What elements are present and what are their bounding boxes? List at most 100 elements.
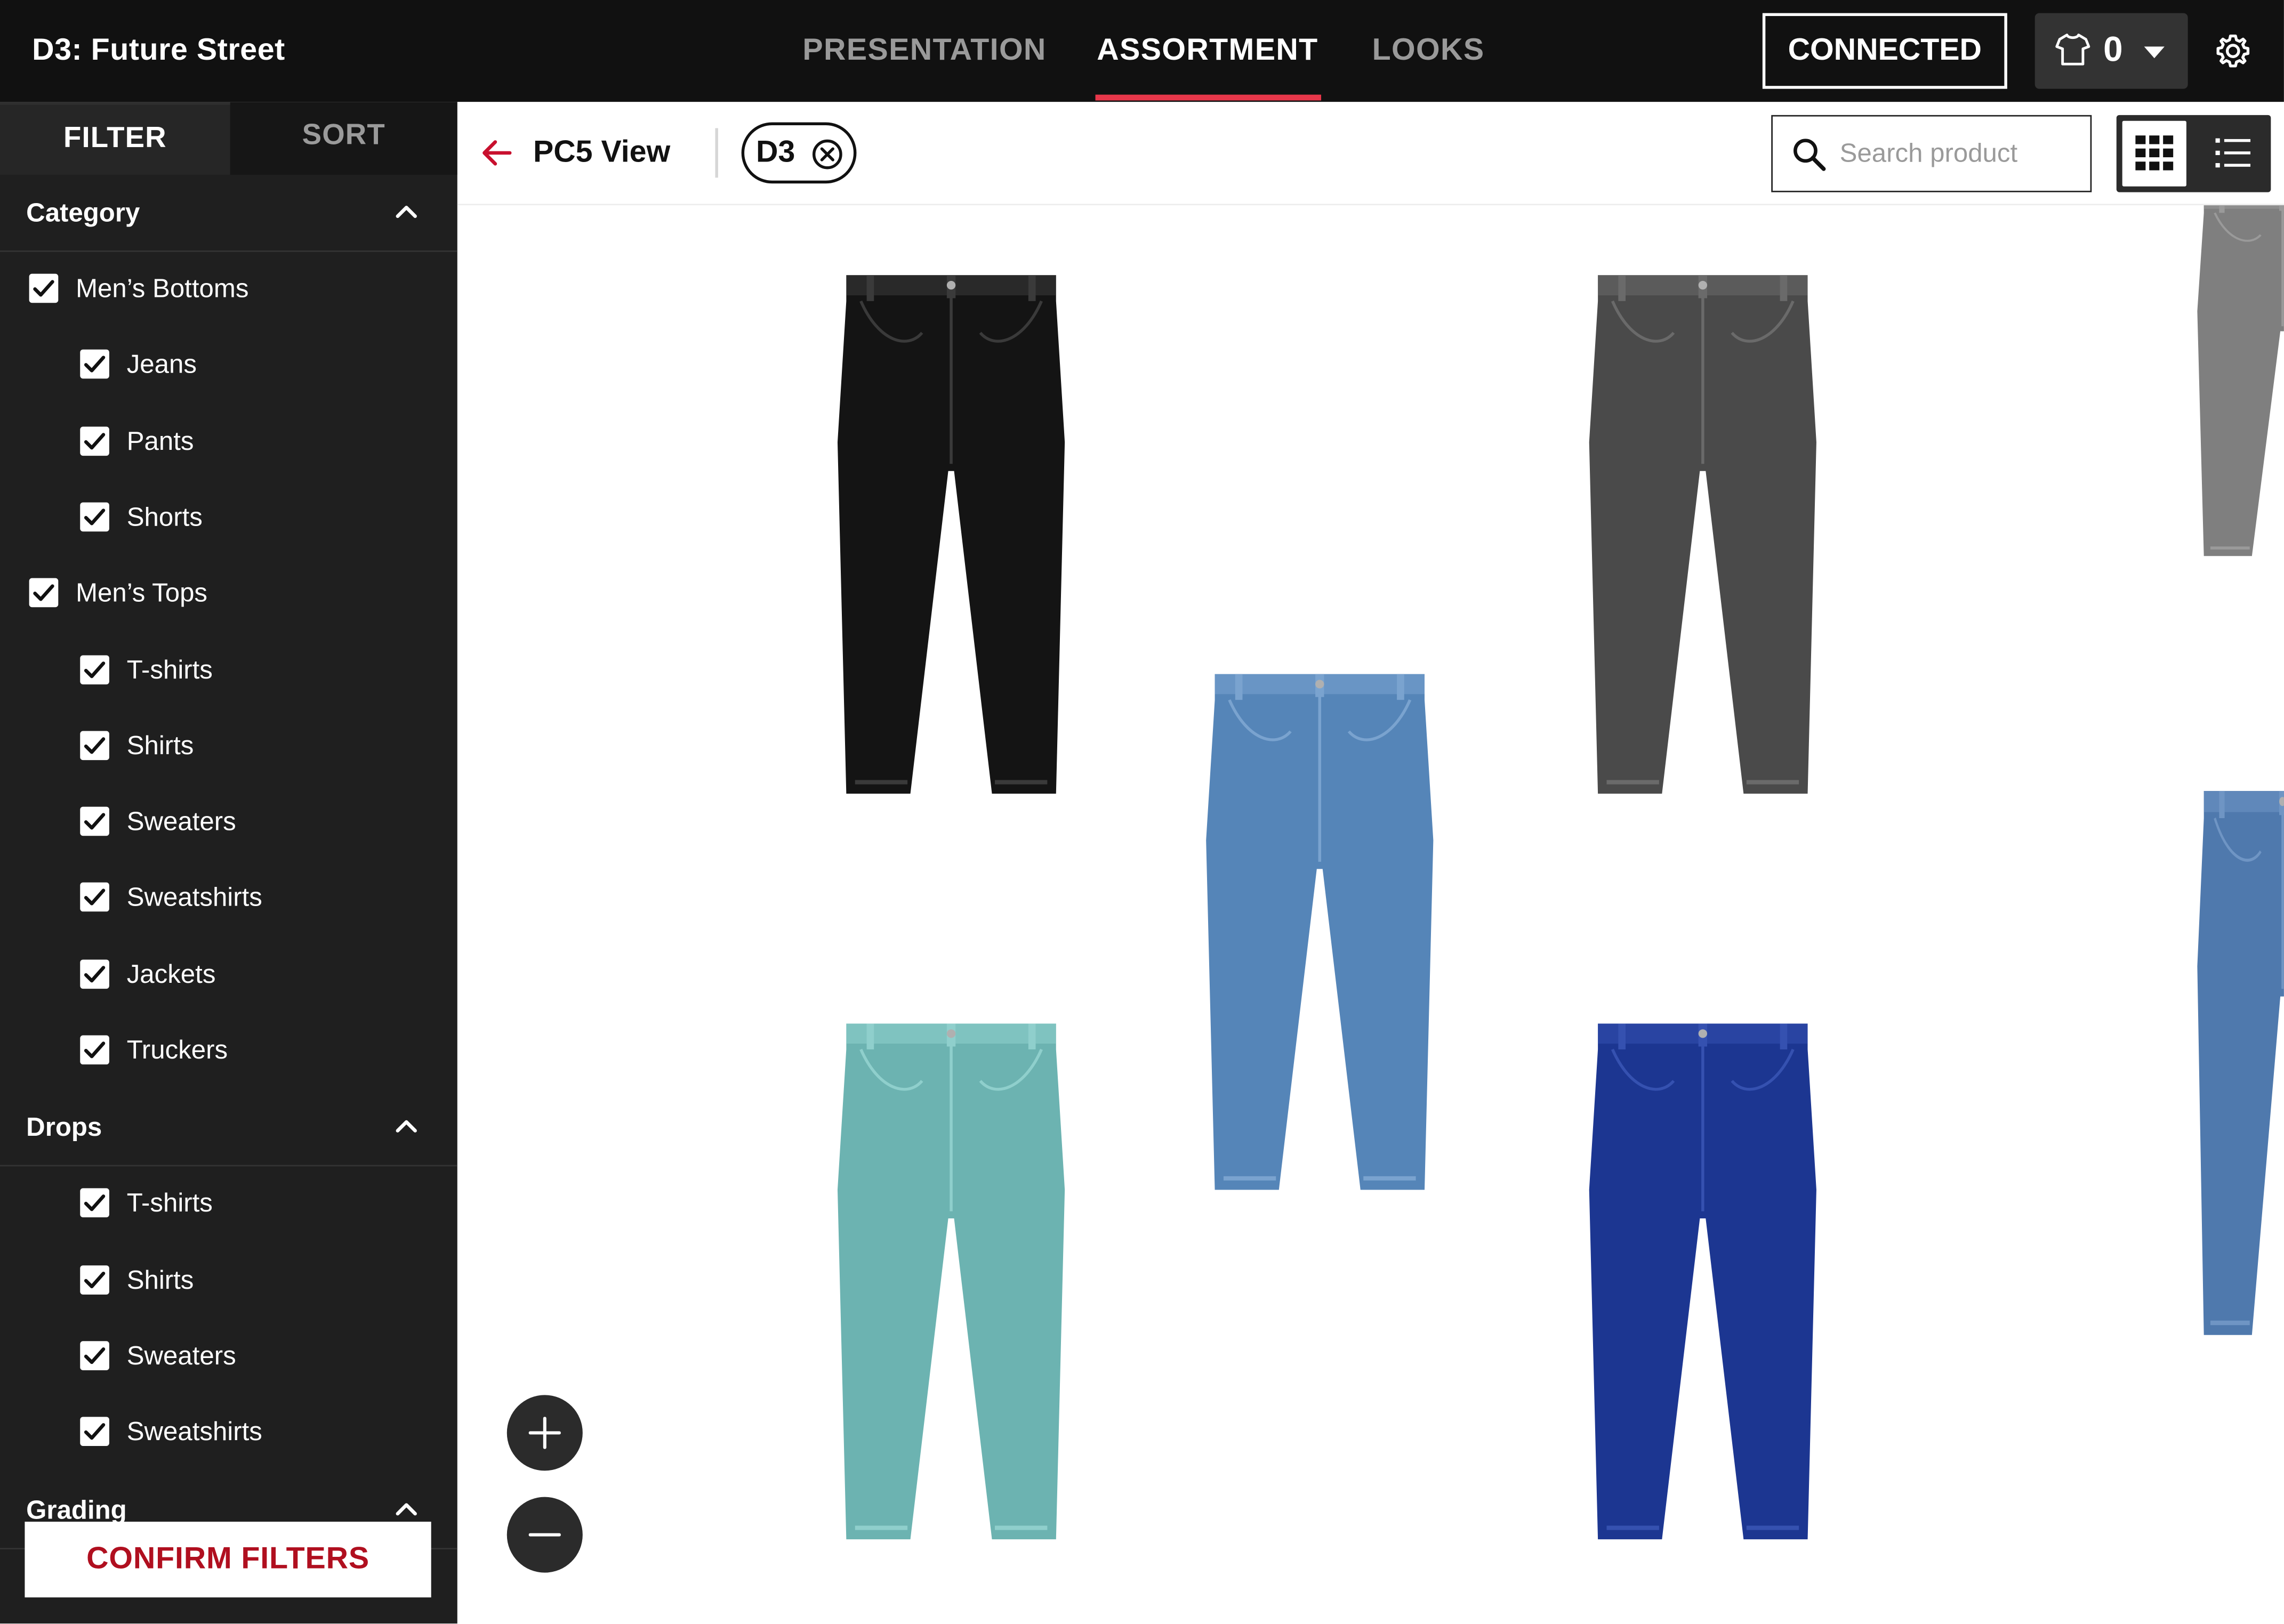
section-title: Category [26, 198, 140, 228]
product-image [1589, 275, 1816, 794]
product-image [1589, 1023, 1816, 1540]
cart-button[interactable]: 0 [2034, 13, 2188, 89]
product-image [2197, 205, 2284, 556]
filter-option[interactable]: Sweatshirts [80, 860, 437, 935]
checkmark-icon [84, 1347, 106, 1364]
checkbox[interactable] [80, 1189, 109, 1218]
product-card-jeans-grey-partial[interactable] [2195, 205, 2284, 562]
search-icon [1794, 139, 1826, 171]
filter-option[interactable]: Sweatshirts [80, 1394, 437, 1469]
product-image [2197, 790, 2284, 1335]
checkbox[interactable] [80, 1417, 109, 1447]
filter-option[interactable]: Jackets [80, 936, 437, 1012]
filter-option[interactable]: Shorts [80, 479, 437, 555]
filter-chip[interactable]: D3 [741, 122, 857, 184]
checkbox[interactable] [80, 730, 109, 760]
filter-option[interactable]: Pants [80, 403, 437, 479]
checkmark-icon [84, 660, 106, 677]
filter-option-label: Truckers [126, 1035, 228, 1065]
tab-assortment[interactable]: ASSORTMENT [1097, 0, 1318, 102]
cart-count: 0 [2103, 30, 2123, 70]
close-circle-icon[interactable] [811, 139, 843, 171]
checkmark-icon [84, 1271, 106, 1288]
product-card-jeans-blue-partial[interactable] [2195, 785, 2284, 1344]
section-header-category[interactable]: Category [0, 175, 457, 252]
search-input[interactable] [1839, 131, 2073, 175]
filter-option[interactable]: Shirts [80, 707, 437, 783]
product-canvas [457, 205, 2284, 1624]
filter-option[interactable]: Men’s Bottoms [29, 251, 437, 326]
filter-option-label: T-shirts [126, 655, 213, 684]
checkbox[interactable] [80, 655, 109, 684]
product-image [1206, 674, 1434, 1190]
product-image [837, 275, 1065, 794]
filter-option[interactable]: Shirts [80, 1241, 437, 1317]
filter-option[interactable]: T-shirts [80, 1165, 437, 1241]
view-toolbar: PC5 View D3 [457, 102, 2284, 206]
filter-chip-label: D3 [755, 135, 795, 169]
filter-option-label: Pants [126, 426, 194, 456]
section-header-drops[interactable]: Drops [0, 1089, 457, 1167]
tab-looks[interactable]: LOOKS [1372, 0, 1485, 102]
product-card-jeans-teal[interactable] [834, 1018, 1067, 1548]
zoom-in-button[interactable] [506, 1395, 583, 1471]
filter-option[interactable]: Men’s Tops [29, 555, 437, 631]
checkbox[interactable] [80, 883, 109, 912]
active-tab-indicator [1095, 94, 1322, 101]
chevron-up-icon [396, 1502, 417, 1515]
product-card-jeans-mid-blue[interactable] [1203, 668, 1436, 1198]
zoom-out-button[interactable] [506, 1497, 583, 1573]
checkbox[interactable] [80, 426, 109, 456]
checkmark-icon [84, 356, 106, 373]
filter-option-label: Shorts [126, 502, 203, 531]
filter-option-label: T-shirts [126, 1189, 213, 1218]
confirm-filters-button[interactable]: CONFIRM FILTERS [25, 1522, 431, 1598]
checkmark-icon [84, 965, 106, 982]
chevron-up-icon [396, 1120, 417, 1133]
filter-option[interactable]: Truckers [80, 1012, 437, 1088]
gear-icon[interactable] [2214, 32, 2252, 70]
checkbox[interactable] [80, 502, 109, 531]
list-icon [2215, 138, 2251, 168]
arrow-left-icon[interactable] [481, 137, 513, 169]
tab-sort[interactable]: SORT [230, 102, 457, 175]
tab-presentation[interactable]: PRESENTATION [802, 0, 1046, 102]
product-card-jeans-royal-blue[interactable] [1586, 1018, 1819, 1548]
checkmark-icon [84, 1041, 106, 1059]
minus-icon [528, 1533, 561, 1537]
product-card-jeans-black[interactable] [834, 269, 1067, 802]
checkmark-icon [84, 737, 106, 754]
filter-option[interactable]: Sweaters [80, 1318, 437, 1393]
tshirt-icon [2055, 34, 2090, 66]
list-view-button[interactable] [2201, 121, 2265, 187]
checkmark-icon [33, 280, 54, 297]
connected-button[interactable]: CONNECTED [1762, 13, 2007, 89]
checkbox[interactable] [80, 959, 109, 989]
tab-filter[interactable]: FILTER [0, 102, 230, 175]
grid-view-button[interactable] [2122, 120, 2186, 187]
filter-option-label: Sweatshirts [126, 883, 262, 912]
product-image [837, 1023, 1065, 1540]
checkmark-icon [84, 1423, 106, 1440]
filter-option[interactable]: Sweaters [80, 783, 437, 859]
checkbox[interactable] [80, 350, 109, 379]
checkbox[interactable] [80, 1265, 109, 1294]
search-box [1771, 115, 2092, 192]
checkmark-icon [84, 508, 106, 526]
sidebar-tabs: FILTER SORT [0, 102, 457, 175]
checkbox[interactable] [29, 578, 59, 608]
chevron-down-icon [2144, 46, 2165, 59]
checkbox[interactable] [80, 1340, 109, 1370]
checkbox[interactable] [80, 806, 109, 836]
filter-option[interactable]: Jeans [80, 327, 437, 402]
section-title: Drops [26, 1113, 102, 1142]
checkmark-icon [84, 813, 106, 830]
view-title: PC5 View [533, 135, 671, 169]
filter-option-label: Jeans [126, 350, 197, 379]
grid-icon [2135, 135, 2174, 171]
filter-option[interactable]: T-shirts [80, 631, 437, 707]
checkmark-icon [33, 584, 54, 602]
product-card-jeans-grey[interactable] [1586, 269, 1819, 802]
checkbox[interactable] [80, 1035, 109, 1065]
checkbox[interactable] [29, 273, 59, 303]
